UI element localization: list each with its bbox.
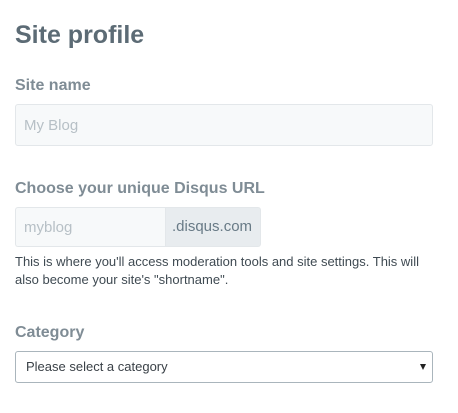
category-select-value: Please select a category xyxy=(26,359,168,374)
category-label: Category xyxy=(15,324,85,341)
page-title: Site profile xyxy=(15,21,145,49)
disqus-url-label: Choose your unique Disqus URL xyxy=(15,180,265,197)
disqus-url-suffix: .disqus.com xyxy=(165,207,261,247)
site-name-input[interactable] xyxy=(15,104,433,146)
disqus-url-help-text: This is where you'll access moderation t… xyxy=(15,254,419,287)
disqus-url-group: .disqus.com xyxy=(15,207,261,247)
chevron-down-icon xyxy=(420,364,426,370)
disqus-url-input[interactable] xyxy=(15,207,165,247)
category-select[interactable]: Please select a category xyxy=(15,351,433,383)
site-name-label: Site name xyxy=(15,77,91,94)
